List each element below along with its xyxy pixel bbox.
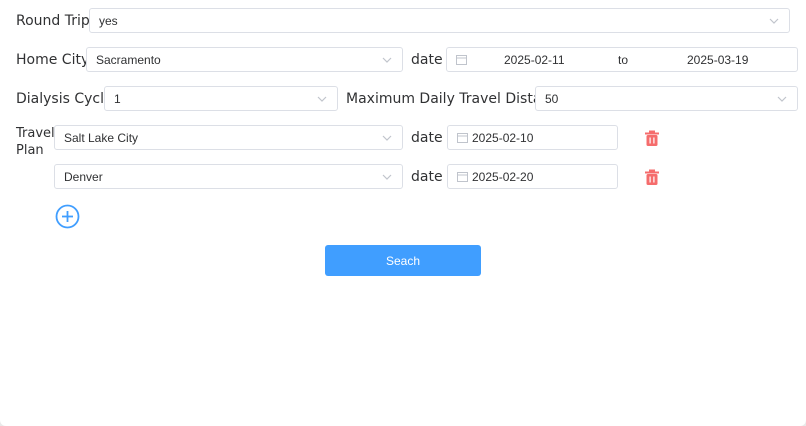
home-city-label: Home City bbox=[16, 52, 90, 68]
travel-plan-label-line1: Travel bbox=[16, 126, 55, 141]
stop-city-select[interactable]: Denver bbox=[54, 164, 403, 189]
stop-date-value: 2025-02-20 bbox=[472, 170, 534, 184]
round-trip-select[interactable]: yes bbox=[89, 8, 790, 33]
trash-icon[interactable] bbox=[645, 130, 659, 146]
search-button[interactable]: Seach bbox=[325, 245, 481, 276]
dialysis-cycle-label: Dialysis Cycle bbox=[16, 91, 113, 107]
home-city-select[interactable]: Sacramento bbox=[86, 47, 403, 72]
travel-form-card: Round Trip yes Home City Sacramento date… bbox=[0, 0, 806, 426]
stop-date-value: 2025-02-10 bbox=[472, 131, 534, 145]
round-trip-label: Round Trip bbox=[16, 13, 90, 29]
stop-date-label: date bbox=[411, 169, 443, 185]
chevron-down-icon bbox=[382, 135, 392, 141]
stop-city-value: Denver bbox=[64, 169, 103, 184]
round-trip-value: yes bbox=[99, 13, 118, 28]
stop-date-label: date bbox=[411, 130, 443, 146]
stop-city-select[interactable]: Salt Lake City bbox=[54, 125, 403, 150]
max-distance-value: 50 bbox=[545, 91, 559, 106]
calendar-icon bbox=[456, 55, 467, 65]
range-separator: to bbox=[618, 53, 629, 67]
dialysis-cycle-select[interactable]: 1 bbox=[104, 86, 338, 111]
stop-date-picker[interactable]: 2025-02-10 bbox=[447, 125, 618, 150]
calendar-icon bbox=[457, 172, 468, 182]
max-distance-select[interactable]: 50 bbox=[535, 86, 798, 111]
dialysis-cycle-value: 1 bbox=[114, 91, 121, 106]
search-button-label: Seach bbox=[385, 253, 421, 268]
trash-icon[interactable] bbox=[645, 169, 659, 185]
calendar-icon bbox=[457, 133, 468, 143]
chevron-down-icon bbox=[777, 96, 787, 102]
home-date-range-picker[interactable]: 2025-02-11 to 2025-03-19 bbox=[446, 47, 798, 72]
chevron-down-icon bbox=[382, 174, 392, 180]
travel-plan-label-line2: Plan bbox=[16, 143, 44, 158]
home-end-date[interactable]: 2025-03-19 bbox=[687, 53, 748, 67]
add-stop-button[interactable] bbox=[55, 204, 80, 229]
home-start-date[interactable]: 2025-02-11 bbox=[504, 53, 565, 67]
stop-city-value: Salt Lake City bbox=[64, 130, 139, 145]
home-city-value: Sacramento bbox=[96, 52, 161, 67]
stop-date-picker[interactable]: 2025-02-20 bbox=[447, 164, 618, 189]
chevron-down-icon bbox=[769, 18, 779, 24]
chevron-down-icon bbox=[382, 57, 392, 63]
chevron-down-icon bbox=[317, 96, 327, 102]
max-distance-label: Maximum Daily Travel Distance bbox=[346, 91, 567, 107]
home-date-label: date bbox=[411, 52, 443, 68]
